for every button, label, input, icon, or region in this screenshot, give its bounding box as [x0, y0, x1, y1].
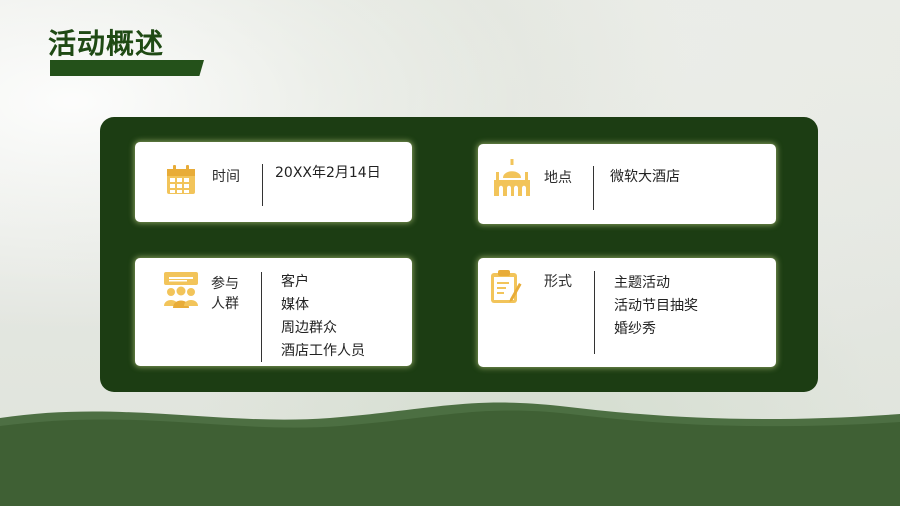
form-label: 形式	[544, 274, 572, 290]
list-item: 媒体	[281, 297, 309, 313]
people-label-line1: 参与	[211, 276, 239, 292]
list-item: 周边群众	[281, 320, 337, 336]
audience-icon	[164, 272, 198, 308]
building-icon	[494, 159, 530, 196]
time-divider	[262, 164, 263, 206]
list-item: 活动节目抽奖	[614, 298, 698, 314]
time-label: 时间	[212, 169, 240, 185]
list-item: 客户	[281, 274, 309, 290]
form-list: 主题活动 活动节目抽奖 婚纱秀	[614, 272, 698, 341]
clipboard-icon	[491, 270, 522, 303]
list-item: 酒店工作人员	[281, 343, 365, 359]
place-label: 地点	[544, 170, 572, 186]
calendar-icon	[167, 165, 195, 194]
form-card: 形式 主题活动 活动节目抽奖 婚纱秀	[478, 258, 776, 367]
green-wave-footer	[0, 402, 900, 506]
list-item: 主题活动	[614, 275, 670, 291]
people-card: 参与 人群 客户 媒体 周边群众 酒店工作人员	[135, 258, 412, 366]
form-divider	[594, 271, 595, 354]
place-value: 微软大酒店	[610, 169, 680, 185]
time-card: 时间 20XX年2月14日	[135, 142, 412, 222]
page-title: 活动概述	[48, 27, 165, 60]
people-label: 参与 人群	[211, 274, 239, 314]
people-list: 客户 媒体 周边群众 酒店工作人员	[281, 271, 365, 363]
list-item: 婚纱秀	[614, 321, 656, 337]
place-divider	[593, 166, 594, 210]
people-label-line2: 人群	[211, 296, 239, 312]
place-card: 地点 微软大酒店	[478, 144, 776, 224]
time-value: 20XX年2月14日	[275, 165, 381, 181]
title-underline-bar	[50, 60, 204, 76]
people-divider	[261, 272, 262, 362]
